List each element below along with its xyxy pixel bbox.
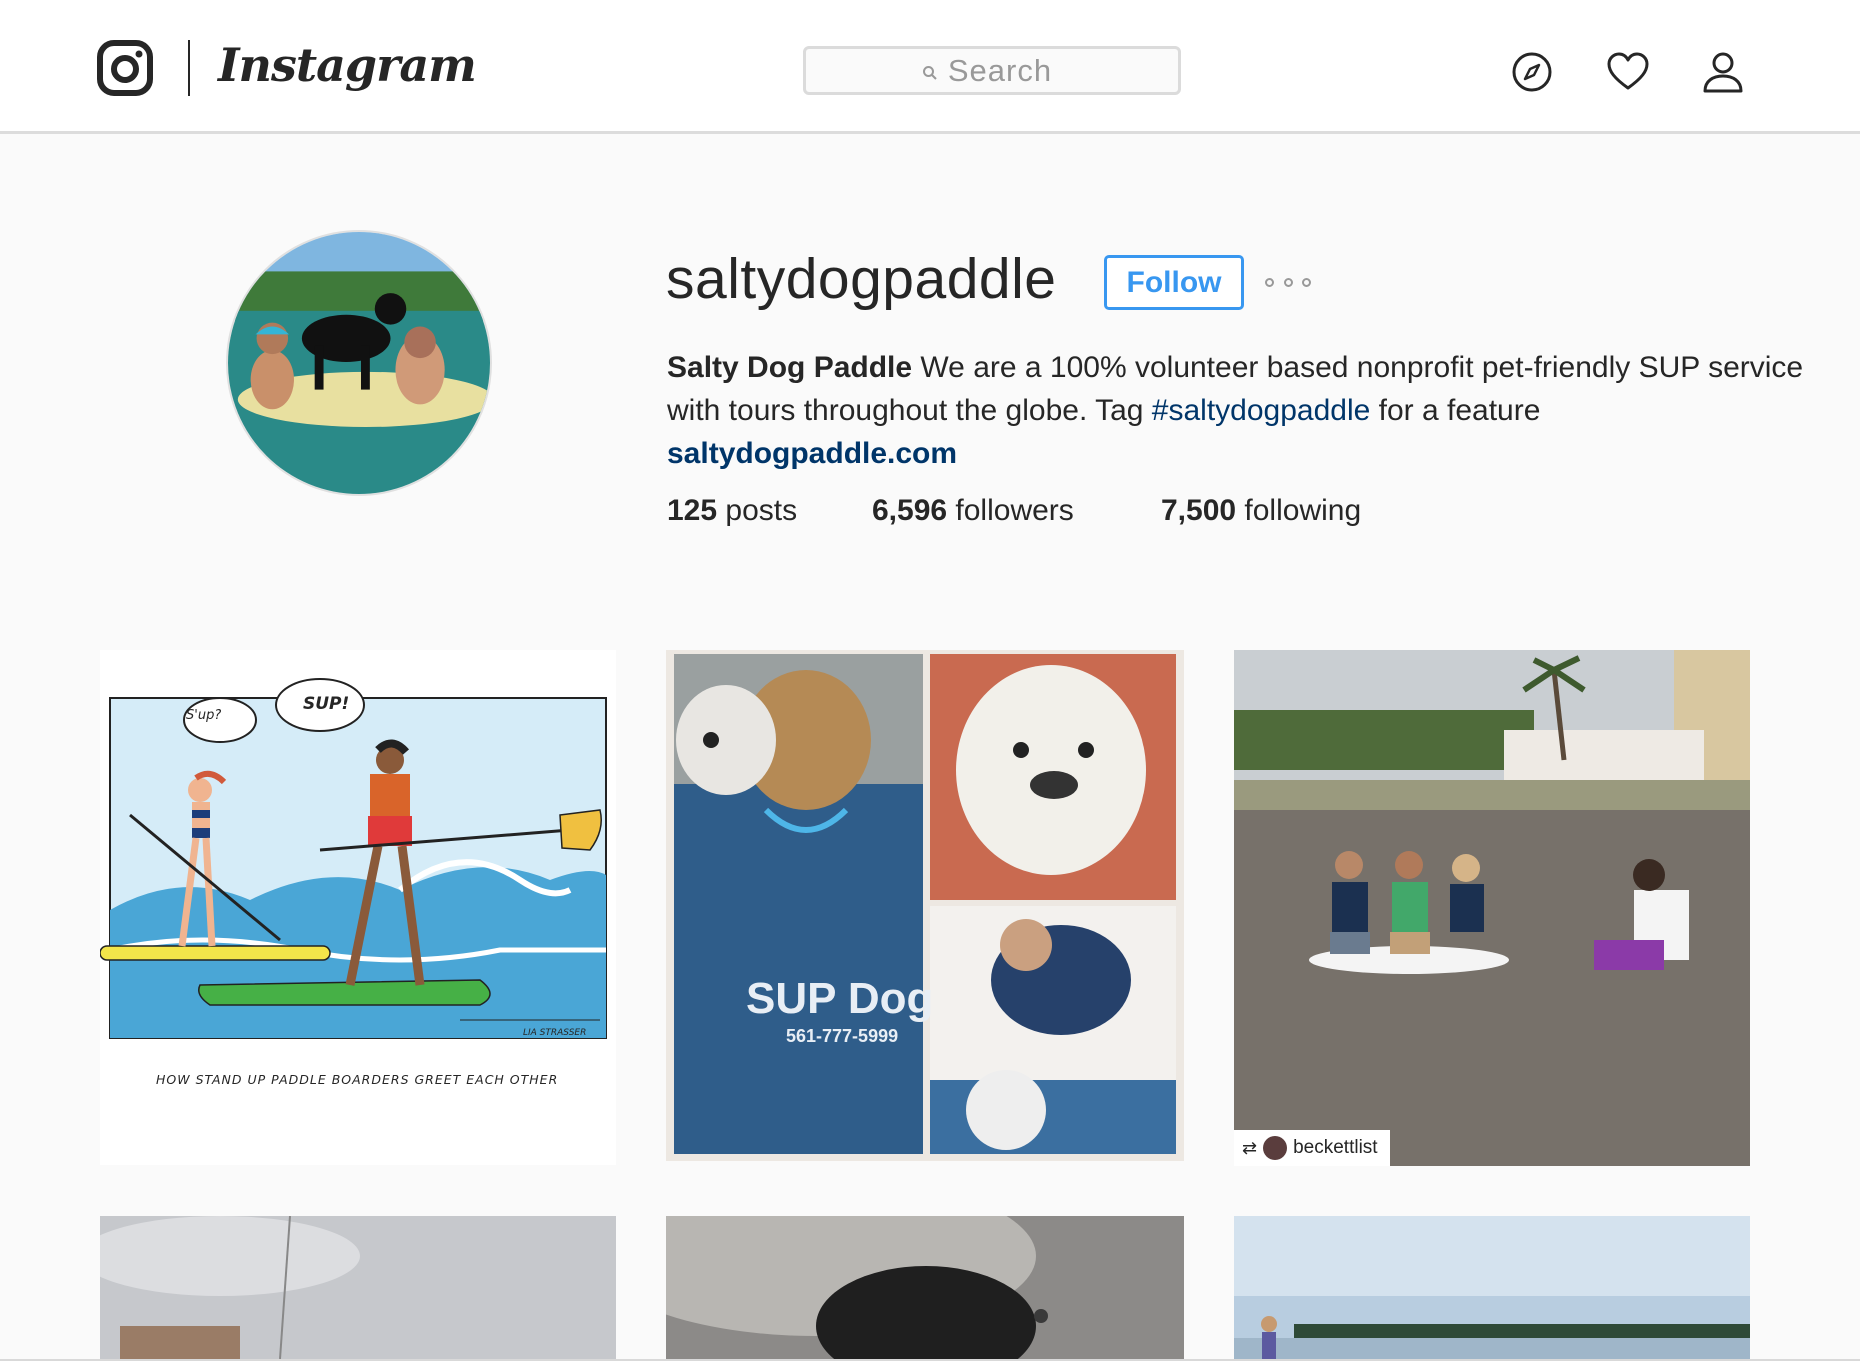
search-icon	[922, 65, 938, 81]
speech-bubble-text: SUP!	[303, 694, 350, 714]
more-options-button[interactable]	[1265, 270, 1311, 294]
followers-link[interactable]: 6,596 followers	[872, 494, 1074, 528]
profile-website-link[interactable]: saltydogpaddle.com	[667, 432, 957, 475]
post-thumbnail[interactable]: SUP Dog 561-777-5999	[666, 650, 1184, 1161]
scroll-edge	[0, 1359, 1860, 1372]
posts-label: posts	[717, 494, 798, 527]
post-thumbnail[interactable]: ⇄ beckettlist	[1234, 650, 1750, 1166]
following-label: following	[1236, 494, 1362, 527]
bio-hashtag-link[interactable]: #saltydogpaddle	[1152, 394, 1371, 427]
following-number: 7,500	[1161, 494, 1237, 527]
search-placeholder: Search	[947, 52, 1053, 88]
follow-button[interactable]: Follow	[1104, 255, 1244, 310]
repost-username: beckettlist	[1293, 1137, 1378, 1158]
shirt-print-phone: 561-777-5999	[786, 1026, 899, 1046]
dot-icon	[1265, 277, 1274, 287]
followers-label: followers	[947, 494, 1074, 527]
search-box[interactable]: Search	[803, 46, 1181, 95]
heart-icon[interactable]	[1606, 50, 1650, 94]
cartoon-caption: HOW STAND UP PADDLE BOARDERS GREET EACH …	[156, 1072, 559, 1087]
posts-count: 125 posts	[667, 494, 797, 528]
instagram-glyph-icon[interactable]	[97, 40, 153, 96]
top-navigation-bar: Instagram Search	[0, 0, 1860, 134]
profile-full-name: Salty Dog Paddle	[667, 351, 913, 384]
speech-bubble-text: S'up?	[186, 708, 222, 723]
post-thumbnail[interactable]: S'up? SUP! LIA STRASSER HOW STAND UP PAD…	[100, 650, 616, 1165]
logo-divider	[188, 40, 190, 96]
artist-signature: LIA STRASSER	[523, 1028, 587, 1038]
following-link[interactable]: 7,500 following	[1161, 494, 1361, 528]
dot-icon	[1302, 277, 1311, 287]
shirt-print-text: SUP Dog	[746, 974, 934, 1023]
posts-number: 125	[667, 494, 718, 527]
repost-badge[interactable]: ⇄ beckettlist	[1234, 1130, 1390, 1166]
profile-bio: Salty Dog Paddle We are a 100% volunteer…	[667, 346, 1807, 475]
compass-icon[interactable]	[1510, 50, 1554, 94]
post-thumbnail[interactable]	[100, 1216, 616, 1359]
dot-icon	[1283, 277, 1293, 287]
instagram-wordmark[interactable]: Instagram	[218, 38, 477, 92]
profile-avatar	[226, 230, 492, 496]
repost-avatar	[1263, 1136, 1288, 1160]
bio-text-end: for a feature	[1370, 394, 1541, 427]
followers-number: 6,596	[872, 494, 948, 527]
user-icon[interactable]	[1701, 50, 1745, 94]
post-thumbnail[interactable]	[666, 1216, 1184, 1359]
profile-username: saltydogpaddle	[666, 247, 1057, 311]
repost-icon: ⇄	[1242, 1137, 1258, 1158]
post-thumbnail[interactable]	[1234, 1216, 1750, 1359]
